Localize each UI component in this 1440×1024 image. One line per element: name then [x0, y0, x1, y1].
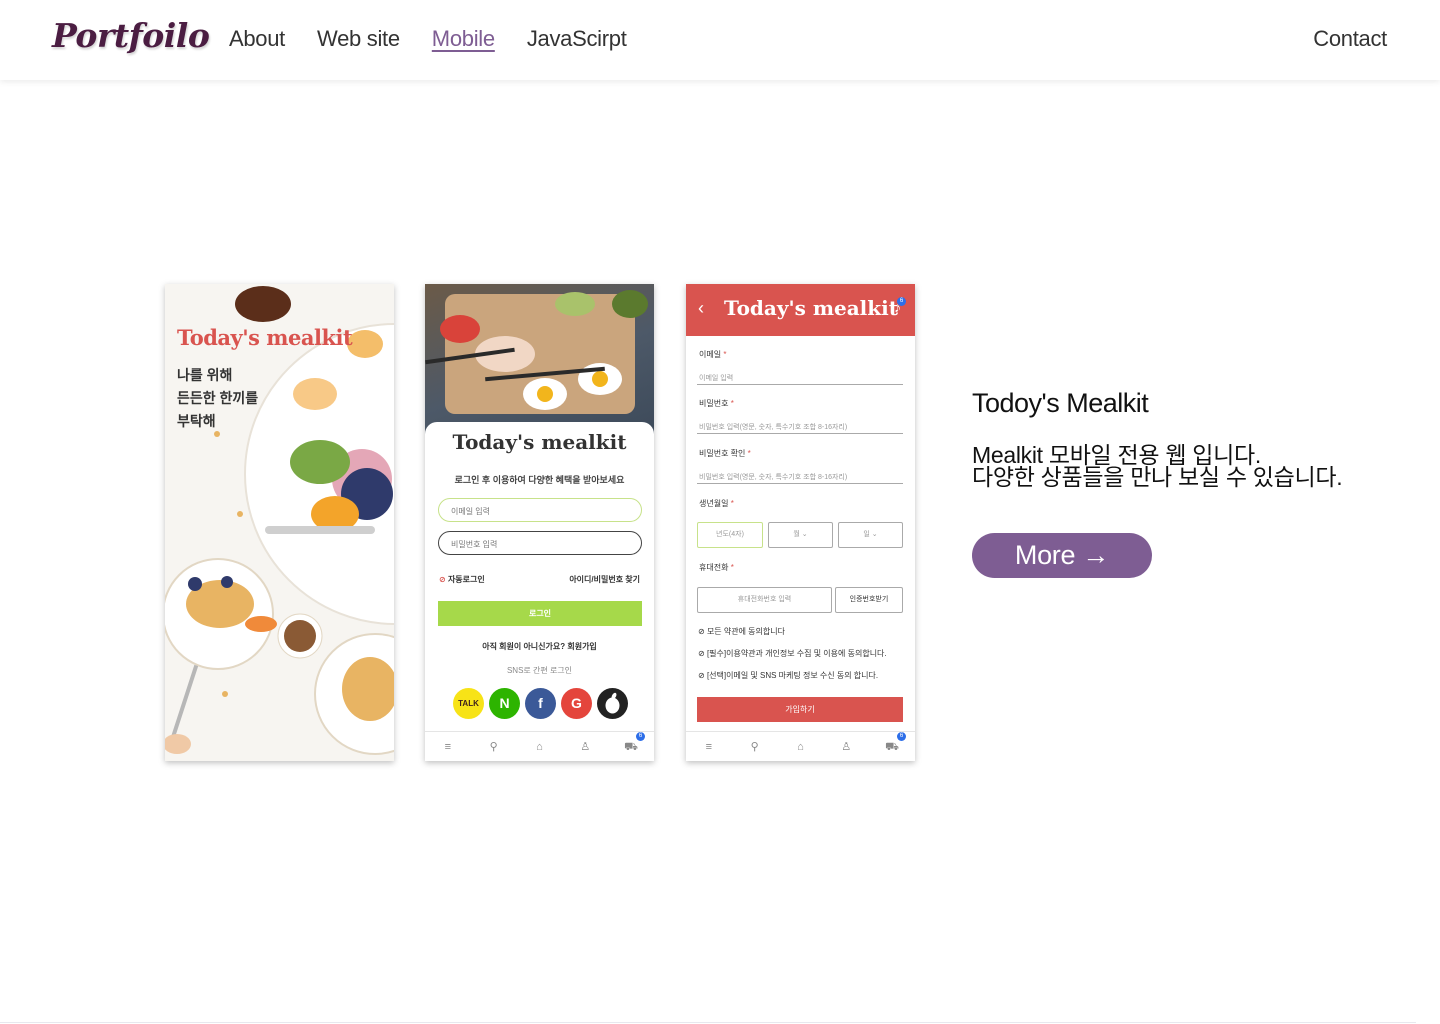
kakao-icon[interactable]: TALK: [453, 688, 484, 719]
signup-password-confirm-field[interactable]: 비밀번호 입력(영문, 숫자, 특수기호 조합 8-16자리): [697, 468, 903, 484]
splash-title: Today's mealkit: [177, 325, 353, 350]
birth-month-select[interactable]: 월 ⌄: [768, 522, 833, 548]
splash-line: 부탁해: [177, 413, 216, 429]
chevron-down-icon: ⌄: [871, 531, 878, 538]
day-text: 일: [863, 531, 870, 538]
google-icon[interactable]: G: [561, 688, 592, 719]
check-circle-icon: ⊘: [698, 671, 705, 680]
back-icon[interactable]: ‹: [698, 298, 704, 319]
check-circle-icon: ⊘: [698, 649, 705, 658]
month-text: 월: [793, 531, 800, 538]
bottom-tab-bar: ≡ ⚲ ⌂ ♙ ⛟ 6: [686, 731, 915, 761]
main-nav: About Web site Mobile JavaScirpt: [229, 26, 659, 52]
breakfast-photo: [425, 284, 654, 434]
password-field[interactable]: 비밀번호 입력: [438, 531, 642, 555]
cart-icon[interactable]: ⛟ 6: [623, 731, 646, 755]
food-illustration: [165, 286, 394, 755]
nav-contact[interactable]: Contact: [1313, 26, 1387, 52]
birth-label: 생년월일 *: [699, 499, 734, 508]
search-icon[interactable]: ⚲: [747, 739, 763, 755]
find-account-link[interactable]: 아이디/비밀번호 찾기: [569, 574, 640, 585]
sns-buttons: TALK N f G: [453, 688, 628, 719]
nav-web-site[interactable]: Web site: [317, 26, 400, 52]
cart-badge: 6: [636, 731, 646, 741]
splash-text: 나를 위해 든든한 한끼를 부탁해: [177, 364, 258, 433]
phone-label-text: 휴대전화: [699, 563, 729, 572]
birth-day-select[interactable]: 일 ⌄: [838, 522, 903, 548]
signup-title: Today's mealkit: [724, 296, 898, 320]
menu-icon[interactable]: ≡: [701, 739, 717, 755]
bell-badge: 6: [897, 297, 906, 306]
nav-about[interactable]: About: [229, 26, 285, 52]
bell-icon[interactable]: ♪ 6: [894, 297, 906, 315]
mockup-splash: Today's mealkit 나를 위해 든든한 한끼를 부탁해: [165, 284, 394, 761]
login-button[interactable]: 로그인: [438, 601, 642, 626]
email-field[interactable]: 이메일 입력: [438, 498, 642, 522]
project-title: Todoy's Mealkit: [972, 388, 1149, 418]
mockup-signup: ‹ Today's mealkit ♪ 6 이메일 * 이메일 입력 비밀번호 *…: [686, 284, 915, 761]
splash-line: 든든한 한끼를: [177, 390, 259, 406]
verify-button[interactable]: 인증번호받기: [835, 587, 903, 613]
project-description-line: 다양한 상품들을 만나 보실 수 있습니다.: [972, 464, 1343, 490]
auto-login-checkbox[interactable]: ⊘ 자동로그인: [439, 574, 485, 585]
home-icon[interactable]: ⌂: [792, 739, 808, 755]
sns-label: SNS로 간편 로그인: [506, 666, 573, 675]
password-confirm-label: 비밀번호 확인 *: [699, 449, 751, 458]
cart-badge: 6: [897, 731, 907, 741]
signup-submit-button[interactable]: 가입하기: [697, 697, 903, 722]
splash-background: [165, 284, 394, 761]
more-button[interactable]: More →: [972, 533, 1152, 578]
user-icon[interactable]: ♙: [838, 739, 854, 755]
agree-required-text: [필수]이용약관과 개인정보 수집 및 이용에 동의합니다.: [706, 649, 887, 658]
search-icon[interactable]: ⚲: [486, 739, 502, 755]
login-subtitle: 로그인 후 이용하여 다양한 혜택을 받아보세요: [454, 475, 625, 485]
agree-optional-checkbox[interactable]: ⊘ [선택]이메일 및 SNS 마케팅 정보 수신 동의 합니다.: [698, 670, 878, 681]
chevron-down-icon: ⌄: [801, 531, 808, 538]
agree-all-text: 모든 약관에 동의합니다: [706, 627, 785, 636]
signup-email-field[interactable]: 이메일 입력: [697, 369, 903, 385]
agree-optional-text: [선택]이메일 및 SNS 마케팅 정보 수신 동의 합니다.: [706, 671, 879, 680]
check-circle-icon: ⊘: [698, 627, 705, 636]
phone-number-field[interactable]: 휴대전화번호 입력: [697, 587, 832, 613]
bottom-tab-bar: ≡ ⚲ ⌂ ♙ ⛟ 6: [425, 731, 654, 761]
phone-label: 휴대전화 *: [699, 563, 734, 572]
cart-icon[interactable]: ⛟ 6: [884, 731, 907, 755]
email-label: 이메일 *: [699, 350, 727, 359]
agree-required-checkbox[interactable]: ⊘ [필수]이용약관과 개인정보 수집 및 이용에 동의합니다.: [698, 648, 887, 659]
auto-login-label: 자동로그인: [447, 575, 485, 584]
logo[interactable]: Portfoilo: [52, 16, 210, 55]
splash-line: 나를 위해: [177, 367, 233, 383]
user-icon[interactable]: ♙: [577, 739, 593, 755]
footer-divider: [0, 1022, 1416, 1023]
menu-icon[interactable]: ≡: [440, 739, 456, 755]
nav-mobile[interactable]: Mobile: [432, 26, 495, 52]
site-header: Portfoilo About Web site Mobile JavaScir…: [0, 0, 1440, 80]
facebook-icon[interactable]: f: [525, 688, 556, 719]
signup-password-field[interactable]: 비밀번호 입력(영문, 숫자, 특수기호 조합 8-16자리): [697, 418, 903, 434]
check-circle-icon: ⊘: [439, 575, 446, 584]
password-label-text: 비밀번호: [699, 399, 729, 408]
login-title: Today's mealkit: [452, 430, 627, 454]
home-icon[interactable]: ⌂: [531, 739, 547, 755]
birth-year-field[interactable]: 년도(4자): [697, 522, 763, 548]
birth-label-text: 생년월일: [699, 499, 729, 508]
nav-javascript[interactable]: JavaScirpt: [527, 26, 627, 52]
password-label: 비밀번호 *: [699, 399, 734, 408]
apple-icon[interactable]: [597, 688, 628, 719]
project-description: Mealkit 모바일 전용 웹 입니다. 다양한 상품들을 만나 보실 수 있…: [972, 442, 1343, 490]
agree-all-checkbox[interactable]: ⊘ 모든 약관에 동의합니다: [698, 626, 785, 637]
join-link[interactable]: 아직 회원이 아니신가요? 회원가입: [425, 641, 654, 652]
mockup-login: Today's mealkit 로그인 후 이용하여 다양한 혜택을 받아보세요…: [425, 284, 654, 761]
naver-icon[interactable]: N: [489, 688, 520, 719]
project-description-line: Mealkit 모바일 전용 웹 입니다.: [972, 442, 1261, 468]
password-confirm-label-text: 비밀번호 확인: [699, 449, 746, 458]
email-label-text: 이메일: [699, 350, 722, 359]
